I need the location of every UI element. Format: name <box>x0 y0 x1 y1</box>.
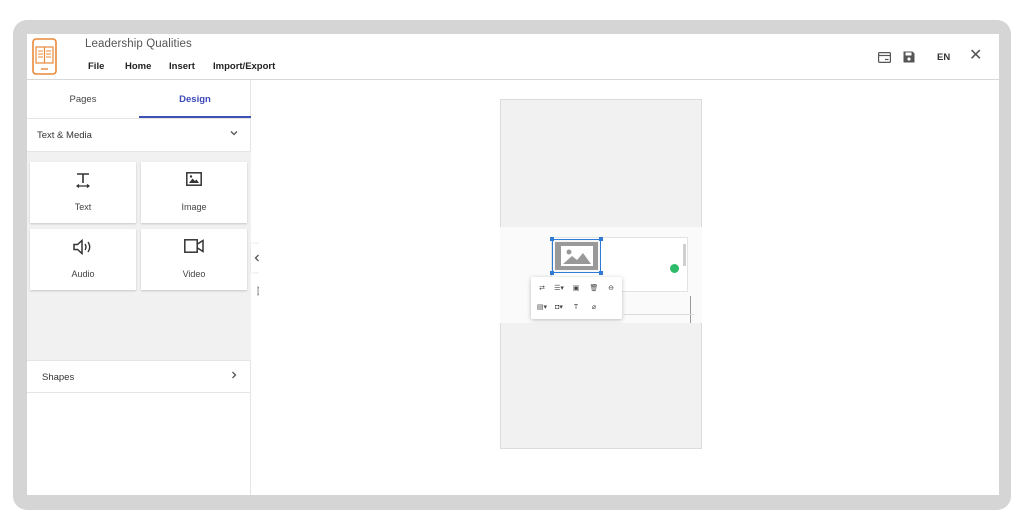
tile-video-label: Video <box>182 269 206 279</box>
menu-insert[interactable]: Insert <box>169 61 195 72</box>
tab-design[interactable]: Design <box>139 80 251 118</box>
menu-import-export[interactable]: Import/Export <box>213 61 275 72</box>
tile-video[interactable]: Video <box>141 229 247 290</box>
video-icon <box>141 239 247 253</box>
chevron-right-icon <box>229 370 239 383</box>
chevron-down-icon <box>229 128 239 141</box>
resize-handle[interactable] <box>550 237 554 241</box>
menu-file[interactable]: File <box>88 61 104 72</box>
widget-scrollbar[interactable] <box>683 244 686 266</box>
close-icon[interactable]: ✕ <box>969 48 982 64</box>
selected-image-element[interactable] <box>552 239 601 273</box>
tile-audio[interactable]: Audio <box>30 229 136 290</box>
image-placeholder-icon <box>555 242 598 270</box>
attach-icon[interactable]: ⌀ <box>588 301 600 313</box>
swap-icon[interactable]: ⇄ <box>536 282 548 294</box>
resize-handle[interactable] <box>550 271 554 275</box>
document-title: Leadership Qualities <box>85 38 192 50</box>
image-context-toolbar: ⇄ ☰▾ ▣ 🗑 ⊖ ▤▾ ◘▾ T ⌀ <box>531 277 622 319</box>
replace-image-icon[interactable]: ▣ <box>570 282 582 294</box>
tile-image-label: Image <box>181 202 207 212</box>
text-icon <box>30 172 136 188</box>
status-indicator-icon <box>670 264 679 273</box>
book-logo-icon <box>32 38 57 75</box>
app-header: Leadership Qualities File Home Insert Im… <box>27 34 999 80</box>
language-selector[interactable]: EN <box>937 52 950 63</box>
tile-image[interactable]: Image <box>141 162 247 223</box>
menu-home[interactable]: Home <box>125 61 151 72</box>
align-dropdown-icon[interactable]: ☰▾ <box>553 282 565 294</box>
shapes-label: Shapes <box>42 372 75 383</box>
audio-icon <box>30 239 136 255</box>
resize-handle[interactable] <box>599 237 603 241</box>
shapes-section-header[interactable]: Shapes <box>27 360 251 393</box>
resize-handle[interactable] <box>599 271 603 275</box>
text-media-label: Text & Media <box>37 130 92 141</box>
tile-text[interactable]: Text <box>30 162 136 223</box>
text-media-section-header[interactable]: Text & Media <box>27 119 251 152</box>
image-icon <box>141 172 247 186</box>
tab-pages[interactable]: Pages <box>27 80 139 118</box>
link-icon[interactable]: ⊖ <box>605 282 617 294</box>
media-dropdown-icon[interactable]: ◘▾ <box>553 301 565 313</box>
guide-line <box>690 296 691 323</box>
text-tool-icon[interactable]: T <box>570 301 582 313</box>
tile-text-label: Text <box>74 202 92 212</box>
save-icon[interactable] <box>902 50 916 64</box>
tile-audio-label: Audio <box>71 269 95 279</box>
layout-dropdown-icon[interactable]: ▤▾ <box>536 301 548 313</box>
delete-icon[interactable]: 🗑 <box>588 282 600 294</box>
design-panel: Pages Design Text & Media Text Image Aud… <box>27 80 251 495</box>
preview-icon[interactable] <box>877 50 891 64</box>
media-tiles-grid: Text Image Audio Video <box>27 152 251 360</box>
content-divider <box>624 314 694 315</box>
app-window: Leadership Qualities File Home Insert Im… <box>27 34 999 495</box>
